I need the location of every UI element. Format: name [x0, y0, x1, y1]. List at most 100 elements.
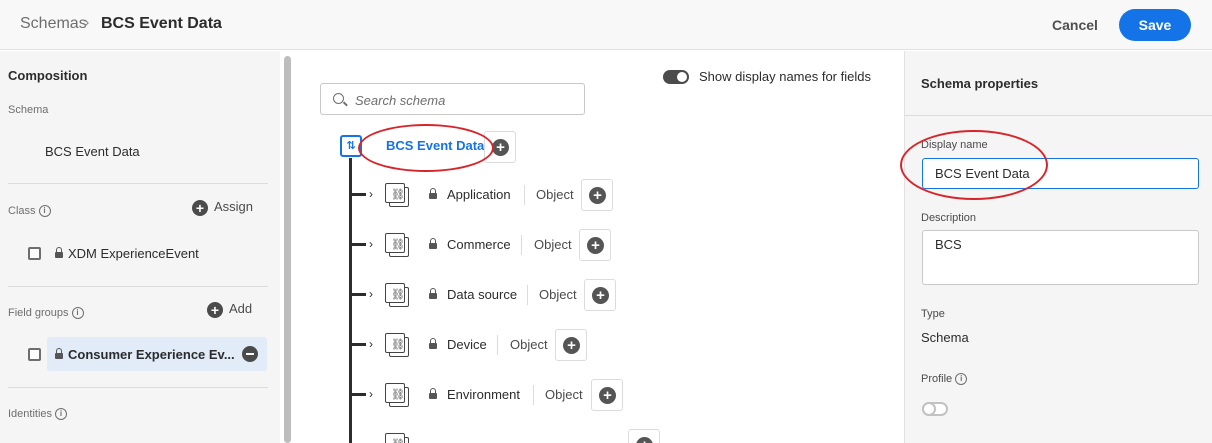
- left-scrollbar[interactable]: [284, 56, 291, 443]
- add-circle-icon: +: [192, 199, 208, 216]
- add-circle-icon: +: [492, 139, 509, 156]
- add-field-button[interactable]: +: [591, 379, 623, 411]
- schema-value[interactable]: BCS Event Data: [45, 144, 140, 159]
- field-row-application[interactable]: › ⛓ Application Object +: [352, 179, 614, 211]
- add-circle-icon: +: [563, 337, 580, 354]
- object-link-icon: ⛓: [383, 431, 411, 443]
- display-name-field[interactable]: [922, 158, 1199, 189]
- schema-label: Schema: [8, 104, 49, 116]
- display-names-toggle[interactable]: [663, 70, 689, 84]
- add-field-button[interactable]: +: [628, 429, 660, 443]
- chevron-right-icon[interactable]: ›: [369, 337, 373, 351]
- add-field-button[interactable]: +: [581, 179, 613, 211]
- description-label: Description: [921, 212, 977, 224]
- field-groups-label: Field groups i: [8, 307, 84, 320]
- object-link-icon: ⛓: [383, 181, 411, 209]
- divider: [8, 183, 268, 184]
- lock-icon: [429, 238, 437, 250]
- field-group-value: Consumer Experience Ev...: [68, 347, 235, 362]
- divider: [905, 115, 1212, 116]
- schema-root-icon[interactable]: ⇅: [340, 135, 362, 157]
- field-row-partial[interactable]: ⛓ +: [352, 429, 662, 443]
- remove-circle-icon[interactable]: [242, 346, 258, 362]
- chevron-right-icon[interactable]: ›: [369, 237, 373, 251]
- search-input[interactable]: [355, 90, 575, 110]
- add-field-group-button[interactable]: + Add: [207, 301, 252, 318]
- object-link-icon: ⛓: [383, 331, 411, 359]
- lock-icon: [429, 288, 437, 300]
- tree-branch: [352, 243, 366, 246]
- add-label: Add: [229, 301, 253, 316]
- field-type: Object: [536, 187, 574, 202]
- type-value: Schema: [921, 330, 969, 345]
- identities-label: Identities i: [8, 408, 68, 421]
- display-name-label: Display name: [921, 139, 988, 151]
- tree-branch: [352, 293, 366, 296]
- profile-toggle[interactable]: [922, 402, 948, 416]
- object-link-icon: ⛓: [383, 281, 411, 309]
- field-group-checkbox[interactable]: [28, 348, 41, 361]
- class-label-text: Class: [8, 205, 36, 217]
- breadcrumb-current: BCS Event Data: [101, 15, 222, 32]
- separator: [497, 335, 498, 355]
- assign-class-button[interactable]: + Assign: [192, 199, 253, 216]
- separator: [524, 185, 525, 205]
- cancel-button[interactable]: Cancel: [1046, 10, 1104, 40]
- app-header: Schemas › BCS Event Data Cancel Save: [0, 0, 1212, 50]
- tree-branch: [352, 343, 366, 346]
- field-row-commerce[interactable]: › ⛓ Commerce Object +: [352, 229, 612, 261]
- add-field-button[interactable]: +: [584, 279, 616, 311]
- chevron-right-icon[interactable]: ›: [369, 287, 373, 301]
- tree-branch: [352, 193, 366, 196]
- field-group-item[interactable]: Consumer Experience Ev...: [47, 337, 267, 371]
- schema-canvas: Show display names for fields ⇅ BCS Even…: [296, 51, 903, 443]
- lock-icon: [55, 348, 63, 360]
- display-names-toggle-label: Show display names for fields: [699, 69, 871, 84]
- assign-label: Assign: [214, 199, 254, 214]
- breadcrumb-schemas[interactable]: Schemas: [20, 15, 87, 33]
- field-name: Commerce: [447, 237, 511, 252]
- schema-root-name[interactable]: BCS Event Data: [386, 138, 484, 153]
- schema-properties-panel: Schema properties Display name Descripti…: [900, 51, 1212, 443]
- search-field[interactable]: [320, 83, 585, 115]
- field-name: Application: [447, 187, 511, 202]
- chevron-right-icon[interactable]: ›: [369, 387, 373, 401]
- add-circle-icon: +: [592, 287, 609, 304]
- field-name: Device: [447, 337, 487, 352]
- composition-title: Composition: [8, 68, 88, 83]
- field-type: Object: [539, 287, 577, 302]
- field-type: Object: [510, 337, 548, 352]
- info-icon[interactable]: i: [71, 307, 84, 320]
- description-field[interactable]: BCS: [922, 230, 1199, 285]
- lock-icon: [429, 338, 437, 350]
- add-field-button[interactable]: +: [555, 329, 587, 361]
- field-groups-label-text: Field groups: [8, 307, 69, 319]
- add-root-field-button[interactable]: +: [484, 131, 516, 163]
- class-value: XDM ExperienceEvent: [68, 246, 199, 261]
- class-checkbox[interactable]: [28, 247, 41, 260]
- separator: [521, 235, 522, 255]
- info-icon[interactable]: i: [55, 408, 68, 421]
- info-icon[interactable]: i: [955, 373, 968, 386]
- add-circle-icon: +: [636, 437, 653, 443]
- save-button[interactable]: Save: [1119, 9, 1191, 41]
- field-row-environment[interactable]: › ⛓ Environment Object +: [352, 379, 624, 411]
- field-row-device[interactable]: › ⛓ Device Object +: [352, 329, 588, 361]
- add-circle-icon: +: [587, 237, 604, 254]
- properties-title: Schema properties: [921, 76, 1039, 91]
- divider: [8, 387, 268, 388]
- object-link-icon: ⛓: [383, 231, 411, 259]
- lock-icon: [429, 388, 437, 400]
- class-label: Class i: [8, 205, 51, 218]
- field-name: Data source: [447, 287, 518, 302]
- class-item[interactable]: XDM ExperienceEvent: [55, 246, 199, 261]
- identities-label-text: Identities: [8, 408, 53, 420]
- chevron-right-icon[interactable]: ›: [369, 187, 373, 201]
- field-row-data-source[interactable]: › ⛓ Data source Object +: [352, 279, 618, 311]
- tree-branch: [352, 393, 366, 396]
- add-circle-icon: +: [207, 301, 223, 318]
- add-field-button[interactable]: +: [579, 229, 611, 261]
- info-icon[interactable]: i: [38, 205, 51, 218]
- type-label: Type: [921, 308, 945, 320]
- search-icon: [333, 93, 344, 104]
